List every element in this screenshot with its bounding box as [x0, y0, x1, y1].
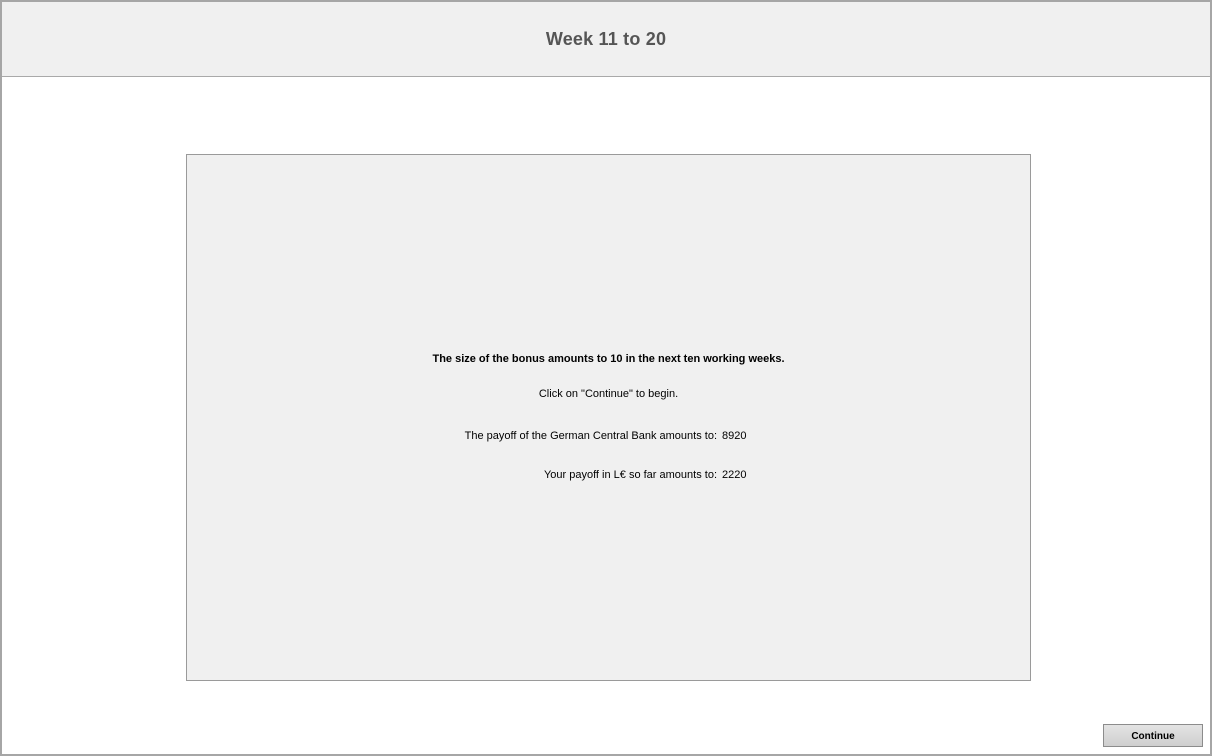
bank-payoff-value: 8920: [722, 430, 747, 442]
continue-instruction: Click on "Continue" to begin.: [538, 388, 679, 400]
header-bar: Week 11 to 20: [2, 2, 1210, 77]
page-title: Week 11 to 20: [545, 28, 667, 49]
info-panel: The size of the bonus amounts to 10 in t…: [186, 154, 1031, 681]
continue-button[interactable]: Continue: [1103, 724, 1203, 747]
bank-payoff-label: The payoff of the German Central Bank am…: [464, 430, 717, 442]
your-payoff-label: Your payoff in L€ so far amounts to:: [543, 469, 717, 481]
bonus-headline: The size of the bonus amounts to 10 in t…: [432, 353, 785, 365]
your-payoff-value: 2220: [722, 469, 747, 481]
experiment-window: Week 11 to 20 The size of the bonus amou…: [0, 0, 1212, 756]
